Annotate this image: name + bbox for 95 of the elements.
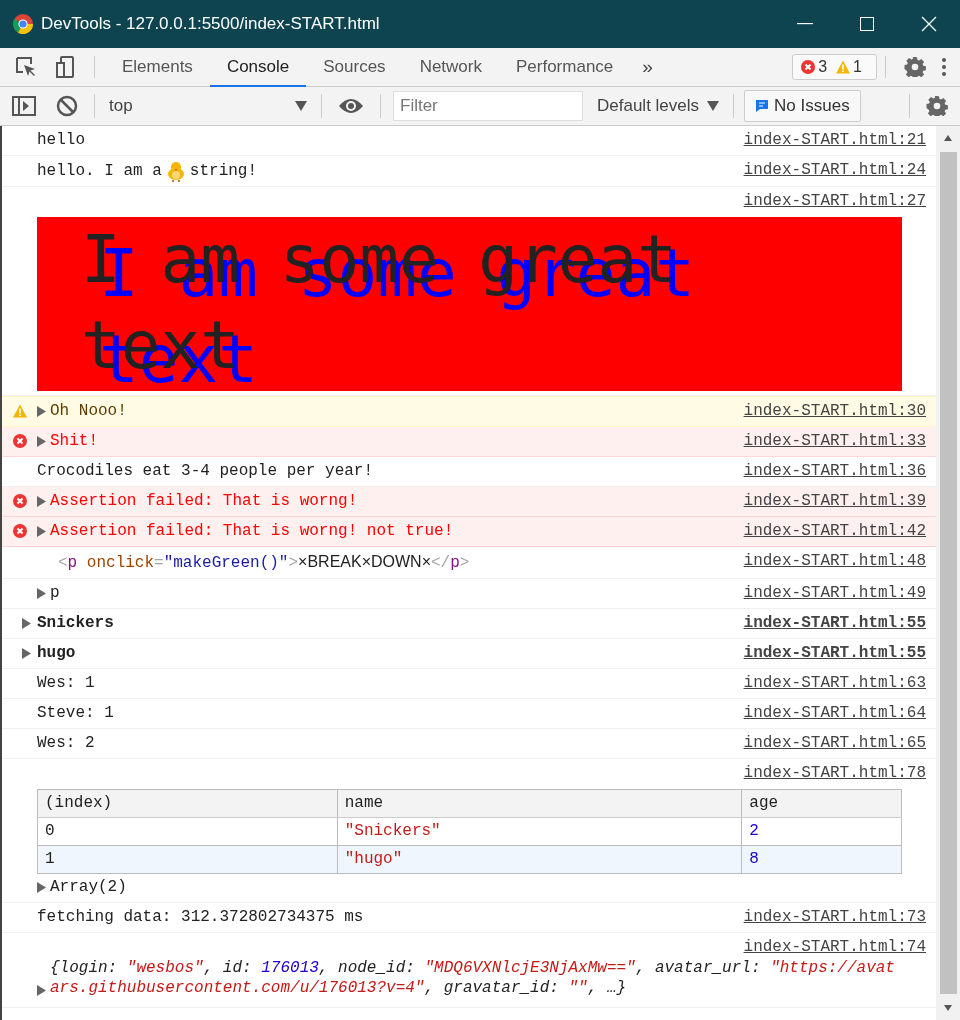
log-text: Steve: 1 bbox=[37, 703, 114, 724]
table-cell: "Snickers" bbox=[337, 817, 742, 846]
context-label: top bbox=[109, 96, 133, 116]
expand-triangle-icon[interactable] bbox=[22, 618, 31, 629]
scroll-down-arrow-icon[interactable] bbox=[943, 1004, 953, 1012]
object-preview[interactable]: {login: "wesbos", id: 176013, node_id: "MDQ6VXNlcjE3NjAxMw==", avatar_url: "https://avatars.githubusercontent.com/u/176013?v=4", gravatar_id: "", …} bbox=[50, 958, 896, 998]
source-link[interactable]: index-START.html:36 bbox=[743, 461, 926, 482]
group-label[interactable]: Snickers bbox=[37, 613, 114, 634]
filter-field[interactable]: Filter bbox=[393, 91, 583, 121]
expand-triangle-icon[interactable] bbox=[37, 882, 46, 893]
panel-tab[interactable]: Performance bbox=[499, 48, 631, 87]
log-text: Wes: 2 bbox=[37, 733, 95, 754]
column-header[interactable]: name bbox=[337, 789, 742, 818]
levels-label: Default levels bbox=[597, 96, 700, 116]
more-tabs-button[interactable]: » bbox=[630, 48, 665, 86]
log-text: string! bbox=[189, 160, 258, 182]
error-count: 3 bbox=[818, 58, 828, 76]
scroll-thumb[interactable] bbox=[939, 152, 957, 994]
expand-triangle-icon[interactable] bbox=[37, 588, 46, 599]
warning-count: 1 bbox=[853, 58, 862, 76]
source-link[interactable]: index-START.html:42 bbox=[743, 521, 926, 542]
group-label[interactable]: hugo bbox=[37, 643, 76, 664]
error-icon bbox=[12, 434, 27, 448]
sidebar-toggle-icon[interactable] bbox=[12, 95, 36, 117]
source-link[interactable]: index-START.html:65 bbox=[743, 733, 926, 754]
log-levels-dropdown[interactable]: Default levels bbox=[589, 96, 728, 116]
close-icon bbox=[921, 16, 937, 32]
source-link[interactable]: index-START.html:24 bbox=[743, 160, 926, 181]
source-link[interactable]: index-START.html:55 bbox=[743, 613, 926, 634]
expand-triangle-icon[interactable] bbox=[37, 526, 46, 537]
source-link[interactable]: index-START.html:39 bbox=[743, 491, 926, 512]
table-cell: 8 bbox=[741, 845, 902, 874]
inspect-icon[interactable] bbox=[14, 55, 38, 79]
maximize-icon bbox=[859, 16, 875, 32]
warning-icon bbox=[12, 404, 27, 418]
source-link[interactable]: index-START.html:49 bbox=[743, 583, 926, 604]
error-icon bbox=[12, 494, 27, 508]
column-header[interactable]: (index) bbox=[37, 789, 338, 818]
error-message: Shit! bbox=[50, 431, 98, 452]
expand-triangle-icon[interactable] bbox=[37, 496, 46, 507]
issues-button[interactable]: No Issues bbox=[744, 90, 861, 122]
log-text: hello. I am a bbox=[37, 160, 162, 182]
log-text: Wes: 1 bbox=[37, 673, 95, 694]
panel-tab[interactable]: Elements bbox=[105, 48, 210, 87]
log-text: hello bbox=[37, 130, 85, 151]
eye-icon[interactable] bbox=[338, 97, 364, 115]
issues-label: No Issues bbox=[774, 96, 850, 116]
message-icon bbox=[755, 99, 770, 113]
panel-tab[interactable]: Sources bbox=[306, 48, 403, 87]
warning-icon bbox=[836, 60, 851, 74]
settings-icon[interactable] bbox=[904, 57, 926, 77]
source-link[interactable]: index-START.html:78 bbox=[743, 763, 926, 784]
warning-message: Oh Nooo! bbox=[50, 401, 127, 422]
element-node[interactable]: p bbox=[50, 583, 60, 604]
log-text: Crocodiles eat 3-4 people per year! bbox=[37, 461, 374, 482]
table-cell: "hugo" bbox=[337, 845, 742, 874]
source-link[interactable]: index-START.html:27 bbox=[743, 191, 926, 212]
window-title: DevTools - 127.0.0.1:5500/index-START.html bbox=[41, 14, 381, 34]
expand-triangle-icon[interactable] bbox=[22, 648, 31, 659]
source-link[interactable]: index-START.html:48 bbox=[743, 551, 926, 572]
source-link[interactable]: index-START.html:73 bbox=[743, 907, 926, 928]
error-icon bbox=[801, 60, 816, 74]
table-cell: 0 bbox=[37, 817, 338, 846]
minimize-icon bbox=[797, 23, 813, 25]
source-link[interactable]: index-START.html:64 bbox=[743, 703, 926, 724]
source-link[interactable]: index-START.html:33 bbox=[743, 431, 926, 452]
panel-tab[interactable]: Network bbox=[402, 48, 499, 87]
table-cell: 2 bbox=[741, 817, 902, 846]
source-link[interactable]: index-START.html:55 bbox=[743, 643, 926, 664]
more-options-icon[interactable] bbox=[942, 58, 946, 76]
expand-triangle-icon[interactable] bbox=[37, 985, 46, 996]
error-icon bbox=[12, 524, 27, 538]
source-link[interactable]: index-START.html:74 bbox=[743, 937, 926, 958]
error-message: Assertion failed: That is worng! bbox=[50, 491, 358, 512]
scroll-up-arrow-icon[interactable] bbox=[943, 134, 953, 142]
caret-icon bbox=[295, 101, 307, 111]
html-element-code[interactable]: <p onclick="makeGreen()">×BREAK×DOWN×</p> bbox=[58, 551, 470, 574]
source-link[interactable]: index-START.html:63 bbox=[743, 673, 926, 694]
chick-icon bbox=[165, 160, 186, 182]
source-link[interactable]: index-START.html:30 bbox=[743, 401, 926, 422]
log-text: fetching data: 312.372802734375 ms bbox=[37, 907, 364, 928]
source-link[interactable]: index-START.html:21 bbox=[743, 130, 926, 151]
settings-icon[interactable] bbox=[926, 96, 948, 116]
context-dropdown[interactable]: top bbox=[101, 96, 315, 116]
expand-triangle-icon[interactable] bbox=[37, 436, 46, 447]
issue-counter[interactable]: 3 1 bbox=[792, 54, 877, 80]
column-header[interactable]: age bbox=[741, 789, 902, 818]
array-summary[interactable]: Array(2) bbox=[50, 877, 127, 898]
clear-console-icon[interactable] bbox=[56, 95, 78, 117]
chrome-logo-icon bbox=[13, 14, 33, 34]
scrollbar[interactable] bbox=[936, 126, 960, 1020]
caret-icon bbox=[707, 101, 720, 111]
error-message: Assertion failed: That is worng! not true! bbox=[50, 521, 454, 542]
expand-triangle-icon[interactable] bbox=[37, 406, 46, 417]
table-cell: 1 bbox=[37, 845, 338, 874]
